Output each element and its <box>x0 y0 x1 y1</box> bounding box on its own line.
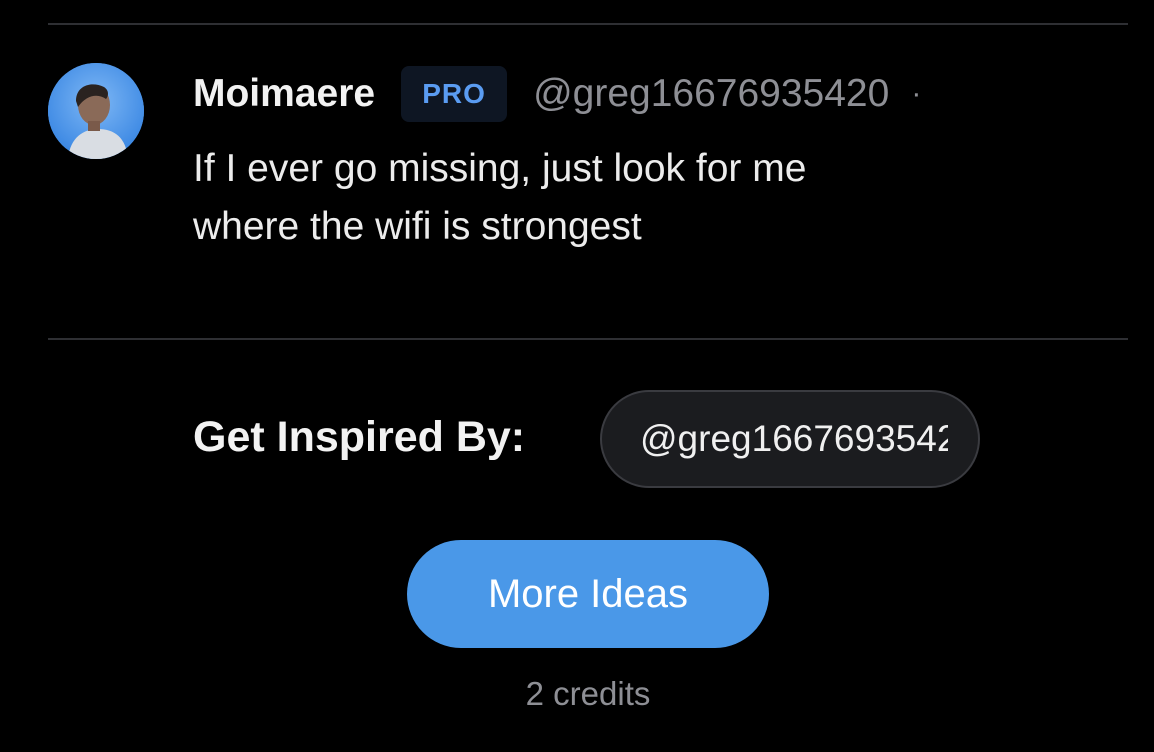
tweet-header: Moimaere PRO @greg16676935420 · <box>193 64 921 124</box>
user-avatar-icon <box>48 63 144 159</box>
separator-dot: · <box>911 77 922 110</box>
credits-label: 2 credits <box>525 675 651 712</box>
author-name[interactable]: Moimaere <box>193 72 375 116</box>
more-ideas-button[interactable]: More Ideas <box>407 540 769 648</box>
tweet-text: If I ever go missing, just look for me w… <box>193 147 807 248</box>
author-handle[interactable]: @greg16676935420 <box>533 72 889 116</box>
page: Moimaere PRO @greg16676935420 · If I eve… <box>0 0 1154 752</box>
tweet-card: Moimaere PRO @greg16676935420 · If I eve… <box>0 0 1154 338</box>
pro-badge: PRO <box>401 66 508 122</box>
inspired-by-input[interactable] <box>600 390 980 488</box>
inspired-by-label: Get Inspired By: <box>193 413 526 461</box>
section-divider <box>48 338 1128 340</box>
avatar[interactable] <box>48 63 144 159</box>
